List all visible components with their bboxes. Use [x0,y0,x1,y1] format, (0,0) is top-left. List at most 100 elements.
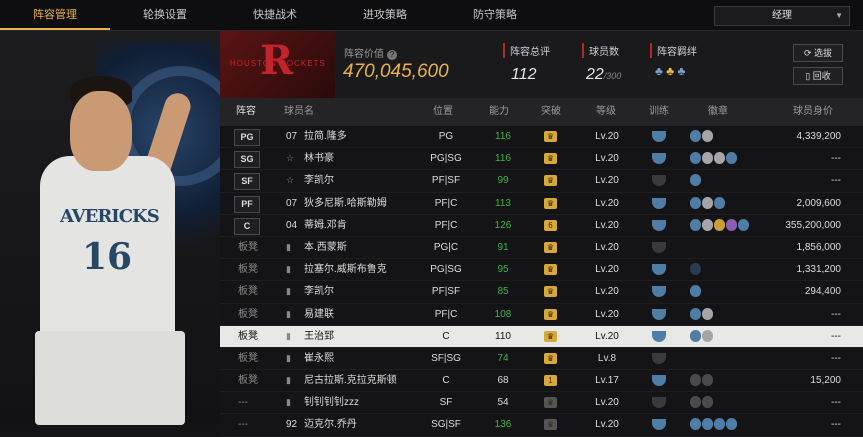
table-row[interactable]: SF ☆ 李凯尔 PF|SF 99 ♛ Lv.20 --- [220,170,863,193]
player-value: 2,009,600 [796,197,842,209]
star-icon: ▮ [286,330,291,341]
tab-rotation[interactable]: 轮换设置 [110,0,220,30]
table-row[interactable]: 板凳 ▮ 本.西蒙斯 PG|C 91 ♛ Lv.20 1,856,000 [220,237,863,260]
lineup-rating-label: 阵容总评 [503,43,550,58]
bond-icons[interactable]: ♣ ♣ ♣ [655,64,705,82]
col-name[interactable]: 球员名 [284,98,314,126]
player-value: --- [831,153,841,165]
badge-group [690,307,714,321]
player-count: 球员数 22/300 [582,43,621,84]
player-name: 蒂姆.邓肯 [304,219,347,231]
player-position: C [442,375,450,387]
player-name: 易建联 [304,308,334,320]
lineup-value: 470,045,600 [343,61,449,82]
table-row[interactable]: 板凳 ▮ 王治郅 C 110 ♛ Lv.20 --- [220,325,863,348]
table-row[interactable]: PG 07 拉简.隆多 PG 116 ♛ Lv.20 4,339,200 [220,126,863,149]
player-ability: 126 [494,219,512,231]
player-name: 崔永熙 [304,352,334,364]
col-position[interactable]: 位置 [433,98,453,126]
badge-icon [690,196,701,209]
badge-icon [690,374,701,387]
player-level: Lv.20 [595,264,619,276]
badge-icon [726,418,737,431]
select-button[interactable]: ⟳ 选拔 [793,44,843,62]
lineup-bond: 阵容羁绊 [650,43,697,58]
table-row[interactable]: PF 07 狄多尼斯.哈斯勒姆 PF|C 113 ♛ Lv.20 2,009,600 [220,193,863,215]
player-value: 4,339,200 [796,131,842,142]
training-shield-icon [652,286,666,298]
badge-group [690,218,750,232]
player-position: PG|SG [430,264,462,276]
recycle-button-label: 回收 [812,71,831,81]
lineup-slot: --- [238,397,248,409]
star-icon: ▮ [286,308,291,319]
badge-icon [702,307,713,320]
player-ability: 91 [497,241,509,253]
player-position: PF|C [434,197,458,209]
tab-offense[interactable]: 进攻策略 [330,0,440,30]
jersey-number: 07 [286,131,298,142]
crown-icon: ♛ [544,131,557,142]
badge-group [690,285,702,298]
player-level: Lv.17 [595,375,619,387]
badge-icon [690,152,701,165]
player-value: --- [831,308,841,320]
table-row[interactable]: 板凳 ▮ 易建联 PF|C 108 ♛ Lv.20 --- [220,304,863,326]
table-row[interactable]: --- 92 迈克尔.乔丹 SG|SF 136 ♛ Lv.20 --- [220,414,863,437]
lineup-slot: 板凳 [238,286,258,298]
player-position: SF|SG [431,352,461,364]
badge-group [690,196,726,210]
col-badges[interactable]: 徽章 [708,98,728,126]
lineup-slot: 板凳 [238,375,258,387]
training-shield-icon [652,264,666,276]
col-breakthrough[interactable]: 突破 [541,98,561,126]
player-ability: 113 [495,197,511,209]
role-dropdown[interactable]: 经理 ▼ [714,6,850,26]
team-logo: R HOUSTON ROCKETS [220,31,335,98]
select-button-label: 选拔 [814,48,833,58]
training-shield-icon [652,375,666,387]
lineup-slot: SG [234,151,260,169]
lineup-slot: 板凳 [238,308,258,320]
col-ability[interactable]: 能力 [489,98,509,126]
bond-icon: ♣ [655,64,663,78]
table-row[interactable]: 板凳 ▮ 崔永熙 SF|SG 74 ♛ Lv.8 --- [220,348,863,371]
tab-quick-tactics[interactable]: 快捷战术 [220,0,330,30]
training-shield-icon [652,241,666,253]
col-training[interactable]: 训练 [649,98,669,126]
table-row[interactable]: C 04 蒂姆.邓肯 PF|C 126 6 Lv.20 355,200,000 [220,215,863,237]
lineup-rating-value: 112 [511,66,537,83]
table-row[interactable]: --- ▮ 钊钊钊钊zzz SF 54 ♛ Lv.20 --- [220,392,863,415]
badge-group [690,152,738,165]
badge-icon [702,196,713,209]
badge-icon [714,196,725,209]
badge-group [690,374,714,387]
table-row[interactable]: SG ☆ 林书豪 PG|SG 116 ♛ Lv.20 --- [220,148,863,171]
player-value: --- [831,397,841,409]
badge-icon [690,396,701,409]
player-name: 李凯尔 [304,175,334,187]
crown-icon: ♛ [544,197,557,209]
table-row[interactable]: 板凳 ▮ 拉塞尔.威斯布鲁克 PG|SG 95 ♛ Lv.20 1,331,200 [220,259,863,282]
lineup-slot: PG [234,129,260,146]
table-row[interactable]: 板凳 ▮ 尼古拉斯.克拉克斯顿 C 68 1 Lv.17 15,200 [220,370,863,393]
help-icon[interactable]: ? [387,50,397,60]
badge-icon [690,418,701,431]
badge-icon [702,218,713,231]
jersey-number: 16 [82,236,133,278]
crown-icon: ♛ [544,264,557,276]
bond-icon: ♣ [677,64,686,78]
tab-lineup[interactable]: 阵容管理 [0,0,110,30]
badge-icon [690,263,701,276]
badge-icon [690,174,701,187]
col-level[interactable]: 等级 [596,98,616,126]
col-lineup[interactable]: 阵容 [236,98,256,126]
player-shorts [35,331,185,425]
player-ability: 110 [495,330,511,342]
recycle-button[interactable]: ▯ 回收 [793,67,843,85]
tab-defense[interactable]: 防守策略 [440,0,550,30]
player-value: --- [831,330,841,342]
col-value[interactable]: 球员身价 [793,98,833,126]
table-row[interactable]: 板凳 ▮ 李凯尔 PF|SF 85 ♛ Lv.20 294,400 [220,281,863,304]
player-value: 1,331,200 [796,264,842,276]
